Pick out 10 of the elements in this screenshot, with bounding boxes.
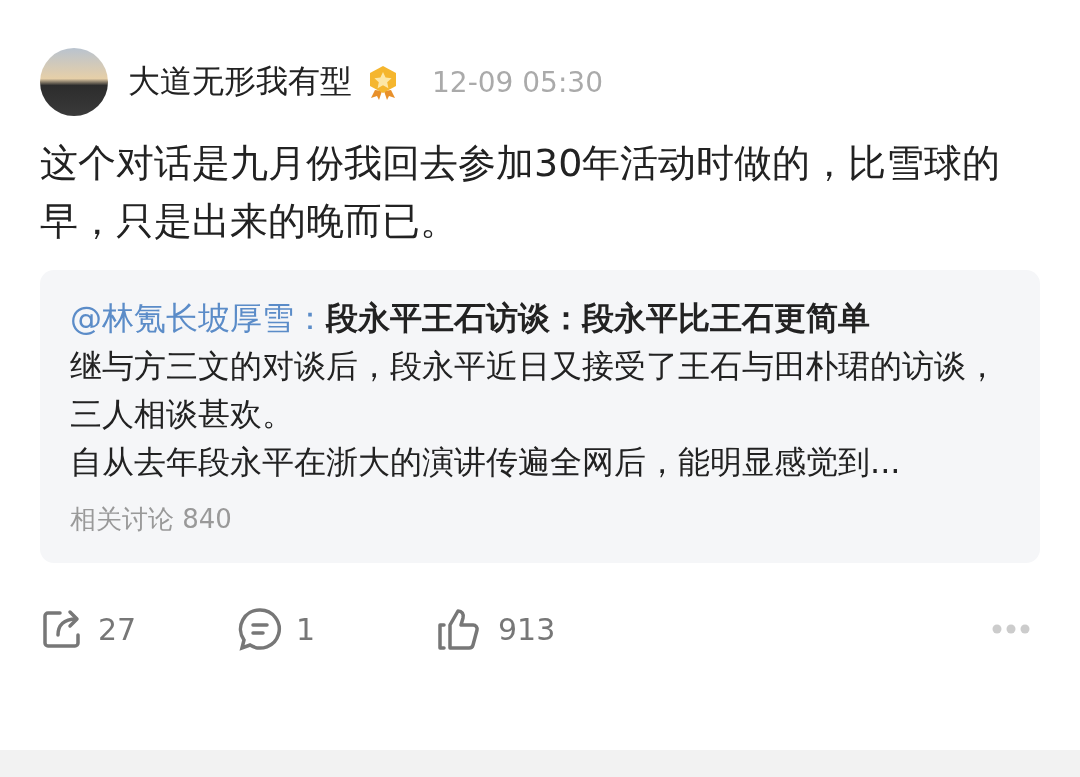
post-time: 12-09 05:30 [432,65,603,99]
action-count: 913 [498,611,556,647]
comment-icon[interactable] [238,607,282,651]
quoted-text: 继与方三文的对谈后，段永平近日又接受了王石与田朴珺的访谈，三人相谈甚欢。 [70,346,999,435]
author-name[interactable]: 大道无形我有型 [128,60,352,104]
post-text: 这个对话是九月份我回去参加30年活动时做的，比雪球的早，只是出来的晚而已。 [40,140,1002,245]
quoted-text: 自从去年段永平在浙大的演讲传遍全网后，能明显感觉到... [70,442,902,483]
action-count: 1 [296,611,316,647]
quoted-title: 段永平王石访谈：段永平比王石更简单 [326,299,870,337]
action-count: 27 [98,611,137,647]
